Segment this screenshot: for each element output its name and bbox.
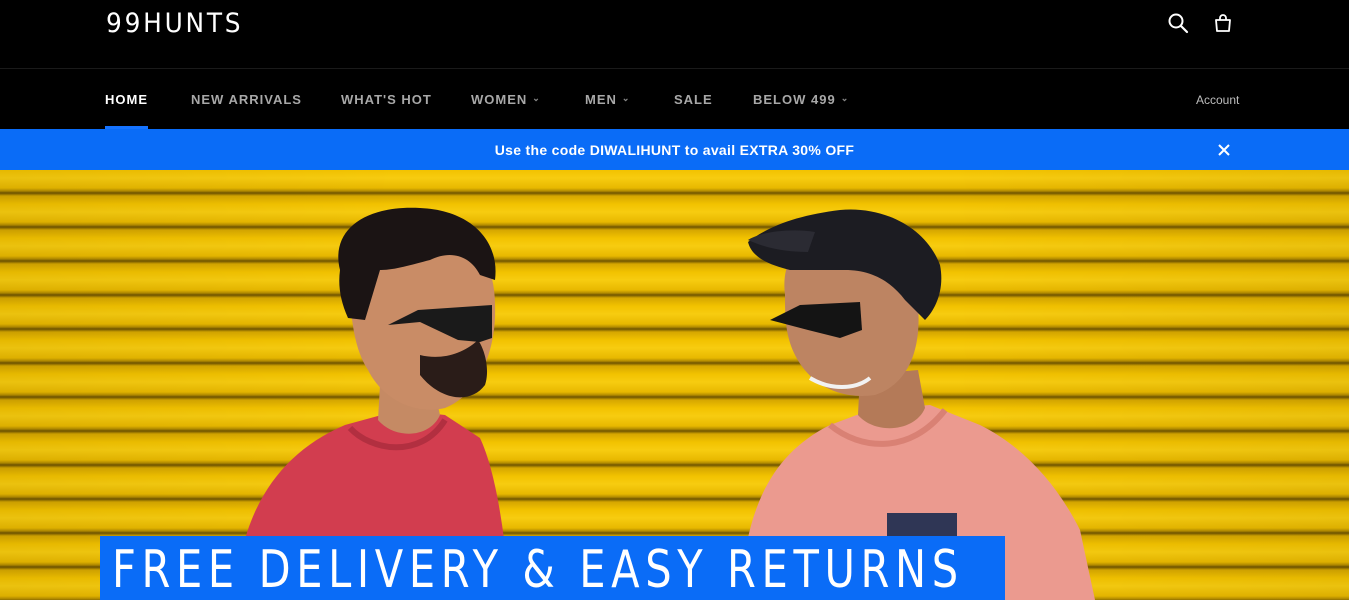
nav-item-sale[interactable]: SALE — [674, 70, 713, 129]
cart-icon[interactable] — [1212, 12, 1234, 34]
nav-item-women[interactable]: WOMEN ⌄ — [471, 70, 541, 129]
search-icon[interactable] — [1167, 12, 1189, 34]
site-logo[interactable]: 99HUNTS — [106, 8, 243, 39]
nav-item-home[interactable]: HOME — [105, 70, 148, 129]
nav-item-men[interactable]: MEN ⌄ — [585, 70, 630, 129]
site-header: 99HUNTS — [0, 0, 1349, 69]
nav-item-whats-hot[interactable]: WHAT'S HOT — [341, 70, 432, 129]
nav-item-below-499[interactable]: BELOW 499 ⌄ — [753, 70, 849, 129]
account-link[interactable]: Account — [1196, 70, 1239, 129]
chevron-down-icon: ⌄ — [532, 93, 541, 103]
close-icon[interactable] — [1215, 141, 1233, 159]
hero-promo-text: FREE DELIVERY & EASY RETURNS — [112, 540, 964, 600]
announcement-text: Use the code DIWALIHUNT to avail EXTRA 3… — [494, 141, 855, 158]
main-navigation: HOME NEW ARRIVALS WHAT'S HOT WOMEN ⌄ MEN ⌄… — [0, 70, 1349, 129]
hero-promo-banner[interactable]: FREE DELIVERY & EASY RETURNS — [100, 536, 1005, 600]
nav-item-new-arrivals[interactable]: NEW ARRIVALS — [191, 70, 302, 129]
chevron-down-icon: ⌄ — [840, 93, 850, 103]
announcement-bar: Use the code DIWALIHUNT to avail EXTRA 3… — [0, 129, 1349, 170]
hero-banner-image[interactable]: FREE DELIVERY & EASY RETURNS — [0, 170, 1349, 600]
chevron-down-icon: ⌄ — [621, 93, 631, 103]
